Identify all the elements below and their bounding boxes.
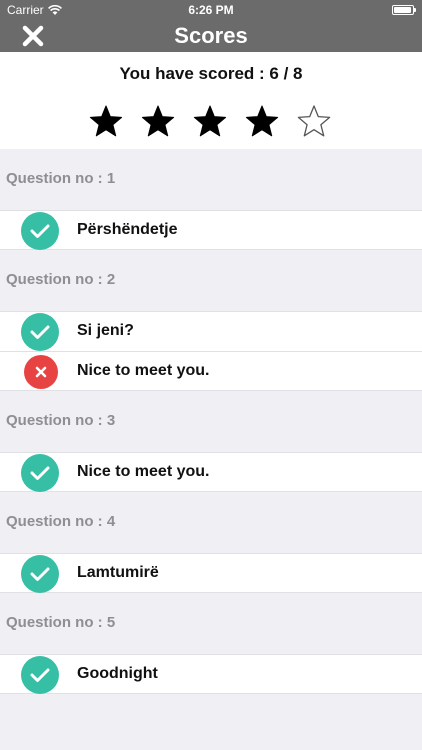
navigation-bar: Scores	[0, 20, 422, 52]
score-summary: You have scored : 6 / 8	[119, 64, 303, 83]
correct-badge	[21, 454, 59, 492]
status-bar: Carrier 6:26 PM	[0, 0, 422, 20]
answer-row: Përshëndetje	[0, 210, 422, 250]
star-filled-icon	[193, 105, 227, 137]
question-header-label: Question no : 1	[6, 170, 116, 187]
star-rating	[88, 104, 332, 140]
check-icon	[30, 668, 50, 682]
star-filled-icon	[89, 105, 123, 137]
question-header: Question no : 2	[0, 250, 422, 310]
answer-row: Si jeni?	[0, 311, 422, 352]
check-icon	[30, 567, 50, 581]
answer-text: Nice to meet you.	[77, 362, 210, 379]
correct-badge	[21, 555, 59, 593]
correct-badge	[21, 212, 59, 250]
question-header: Question no : 3	[0, 391, 422, 451]
question-header: Question no : 5	[0, 593, 422, 653]
question-header-label: Question no : 4	[6, 513, 116, 530]
answer-text: Përshëndetje	[77, 221, 178, 238]
star-filled-icon	[141, 105, 175, 137]
check-icon	[30, 325, 50, 339]
question-header-label: Question no : 2	[6, 271, 116, 288]
scores-screen: Carrier 6:26 PM Scores You have scored :…	[0, 0, 422, 750]
question-header-label: Question no : 5	[6, 614, 116, 631]
correct-badge	[21, 656, 59, 694]
answer-text: Nice to meet you.	[77, 463, 210, 480]
answer-row: Nice to meet you.	[0, 452, 422, 492]
battery-fill	[394, 7, 412, 13]
score-panel: You have scored : 6 / 8	[0, 52, 422, 149]
answer-text: Lamtumirë	[77, 564, 159, 581]
answer-text: Goodnight	[77, 665, 158, 682]
question-header: Question no : 4	[0, 492, 422, 552]
star-empty-icon	[297, 105, 331, 137]
check-icon	[30, 224, 50, 238]
page-title: Scores	[174, 23, 248, 48]
question-header-label: Question no : 3	[6, 412, 116, 429]
answer-text: Si jeni?	[77, 322, 134, 339]
wrong-badge	[24, 355, 58, 389]
cross-icon	[35, 366, 47, 378]
status-time: 6:26 PM	[188, 3, 234, 17]
question-header: Question no : 1	[0, 149, 422, 209]
answer-row: Goodnight	[0, 654, 422, 694]
star-filled-icon	[245, 105, 279, 137]
answer-row: Lamtumirë	[0, 553, 422, 593]
battery-icon	[392, 5, 416, 15]
answer-row: Nice to meet you.	[0, 351, 422, 391]
correct-badge	[21, 313, 59, 351]
check-icon	[30, 466, 50, 480]
